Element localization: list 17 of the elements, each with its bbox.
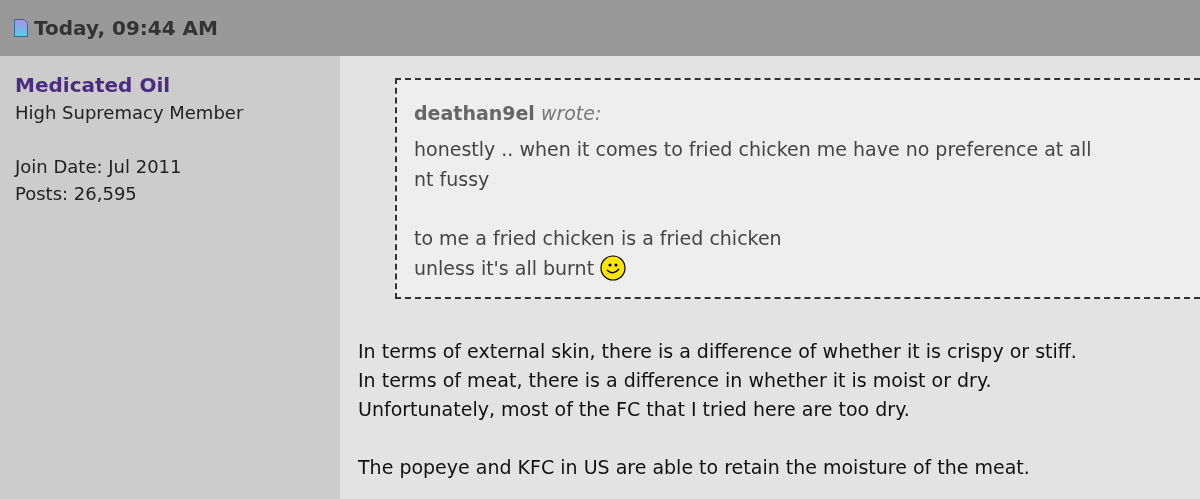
post-date: Today, 09:44 AM	[34, 15, 218, 42]
author-name[interactable]: Medicated Oil	[15, 72, 340, 99]
quote-author[interactable]: deathan9el	[414, 98, 535, 128]
message-line: The popeye and KFC in US are able to retain the moisture of the meat.	[358, 455, 1031, 480]
author-detail: Posts: 26,595	[15, 182, 138, 206]
document-icon	[14, 19, 28, 37]
smiley-icon	[600, 255, 627, 281]
quote-line: unless it's all burnt	[414, 256, 595, 281]
quote-line: honestly .. when it comes to fried chicken me have no preference at all	[414, 137, 1092, 162]
author-detail: Join Date: Jul 2011	[15, 155, 183, 179]
quote-line: to me a fried chicken is a fried chicken	[414, 226, 782, 251]
quote-line: nt fussy	[414, 167, 490, 192]
message-line: In terms of meat, there is a difference in whether it is moist or dry.	[358, 368, 993, 393]
quote-verb: wrote:	[540, 101, 602, 126]
message-line: In terms of external skin, there is a difference of whether it is crispy or stiff.	[358, 339, 1078, 364]
message-line: Unfortunately, most of the FC that I tried here are too dry.	[358, 397, 911, 422]
author-title: High Supremacy Member	[15, 101, 245, 125]
